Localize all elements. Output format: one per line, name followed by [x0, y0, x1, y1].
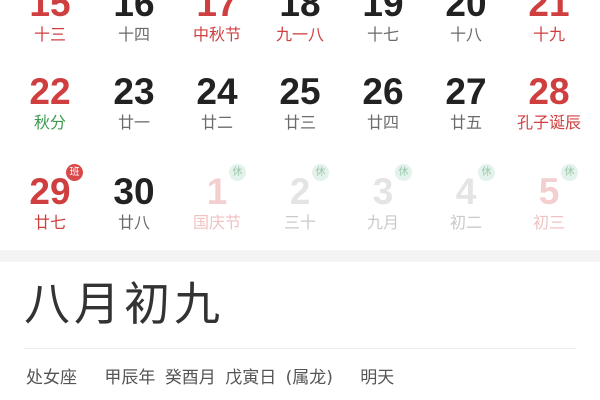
lunar-label: 十八: [449, 25, 482, 44]
day-cell[interactable]: 16 十四: [92, 0, 176, 66]
day-cell[interactable]: 21 十九: [507, 0, 591, 66]
day-cell[interactable]: 25 廿三: [258, 70, 342, 154]
day-number: 24: [196, 71, 238, 112]
lunar-label: 十三: [33, 25, 66, 44]
lunar-label: 廿三: [283, 113, 316, 132]
holiday-badge: 休: [229, 164, 246, 181]
divider: [24, 348, 576, 349]
holiday-badge: 休: [395, 164, 412, 181]
workday-badge: 班: [66, 164, 83, 181]
day-cell[interactable]: 26 廿四: [341, 70, 425, 154]
day-number: 16: [113, 0, 155, 24]
lunar-label: 十四: [117, 25, 150, 44]
ganzhi-month: 癸酉月: [164, 368, 216, 388]
lunar-label: 初二: [449, 213, 482, 232]
day-number: 1: [206, 171, 228, 212]
day-cell[interactable]: 28 孔子诞辰: [507, 70, 591, 154]
holiday-badge: 休: [312, 164, 329, 181]
lunar-label: 廿一: [117, 113, 150, 132]
day-number: 2: [289, 171, 311, 212]
day-cell[interactable]: 24 廿二: [175, 70, 259, 154]
day-number: 5: [538, 171, 560, 212]
holiday-badge: 休: [478, 164, 495, 181]
lunar-label: 中秋节: [192, 25, 241, 44]
day-cell[interactable]: 5 初三 休: [507, 164, 591, 254]
lunar-label: 孔子诞辰: [516, 113, 581, 132]
day-cell[interactable]: 15 十三: [8, 0, 92, 66]
date-info-row: 处女座 甲辰年 癸酉月 戊寅日 (属龙) 明天: [26, 366, 416, 390]
day-cell[interactable]: 27 廿五: [424, 70, 508, 154]
lunar-label: 廿八: [117, 213, 150, 232]
day-cell[interactable]: 19 十七: [341, 0, 425, 66]
animal-year: (属龙): [285, 368, 333, 388]
lunar-label: 廿五: [449, 113, 482, 132]
day-cell[interactable]: 20 十八: [424, 0, 508, 66]
day-number: 27: [445, 71, 487, 112]
day-number: 30: [113, 171, 155, 212]
day-number: 20: [445, 0, 487, 24]
day-cell[interactable]: 2 三十 休: [258, 164, 342, 254]
day-number: 26: [362, 71, 404, 112]
day-number: 17: [196, 0, 238, 24]
day-number: 21: [528, 0, 570, 24]
day-cell[interactable]: 17 中秋节: [175, 0, 259, 66]
day-cell[interactable]: 3 九月 休: [341, 164, 425, 254]
lunar-label: 国庆节: [192, 213, 241, 232]
section-separator: [0, 250, 600, 262]
lunar-label: 廿四: [366, 113, 399, 132]
day-number: 19: [362, 0, 404, 24]
lunar-label: 三十: [283, 213, 316, 232]
day-number: 23: [113, 71, 155, 112]
day-number: 4: [455, 171, 477, 212]
day-cell[interactable]: 29 廿七班: [8, 164, 92, 254]
lunar-label: 九一八: [275, 25, 324, 44]
day-cell[interactable]: 23 廿一: [92, 70, 176, 154]
lunar-label: 十九: [532, 25, 565, 44]
lunar-label: 廿七: [33, 213, 66, 232]
zodiac-sign: 处女座: [26, 368, 77, 388]
day-cell[interactable]: 4 初二 休: [424, 164, 508, 254]
day-number: 18: [279, 0, 321, 24]
day-number: 28: [528, 71, 570, 112]
relative-day: 明天: [360, 368, 395, 388]
lunar-date-title: 八月初九: [24, 277, 224, 331]
day-number: 15: [29, 0, 71, 24]
calendar-grid: 15 十三 16 十四 17 中秋节 18 九一八 19 十七 20 十八 21 十九 22 秋分 23 廿一 24…: [0, 0, 600, 250]
lunar-label: 十七: [366, 25, 399, 44]
lunar-label: 秋分: [33, 113, 66, 132]
lunar-label: 廿二: [200, 113, 233, 132]
day-cell[interactable]: 30 廿八: [92, 170, 176, 254]
lunar-label: 九月: [366, 213, 399, 232]
day-cell[interactable]: 22 秋分: [8, 70, 92, 154]
day-number: 22: [29, 71, 71, 112]
day-cell[interactable]: 1 国庆节 休: [175, 164, 259, 254]
ganzhi-year: 甲辰年: [104, 368, 156, 388]
day-number: 3: [372, 171, 394, 212]
holiday-badge: 休: [561, 164, 578, 181]
ganzhi-day: 戊寅日: [225, 368, 277, 388]
lunar-label: 初三: [532, 213, 565, 232]
day-cell[interactable]: 18 九一八: [258, 0, 342, 66]
day-number: 25: [279, 71, 321, 112]
